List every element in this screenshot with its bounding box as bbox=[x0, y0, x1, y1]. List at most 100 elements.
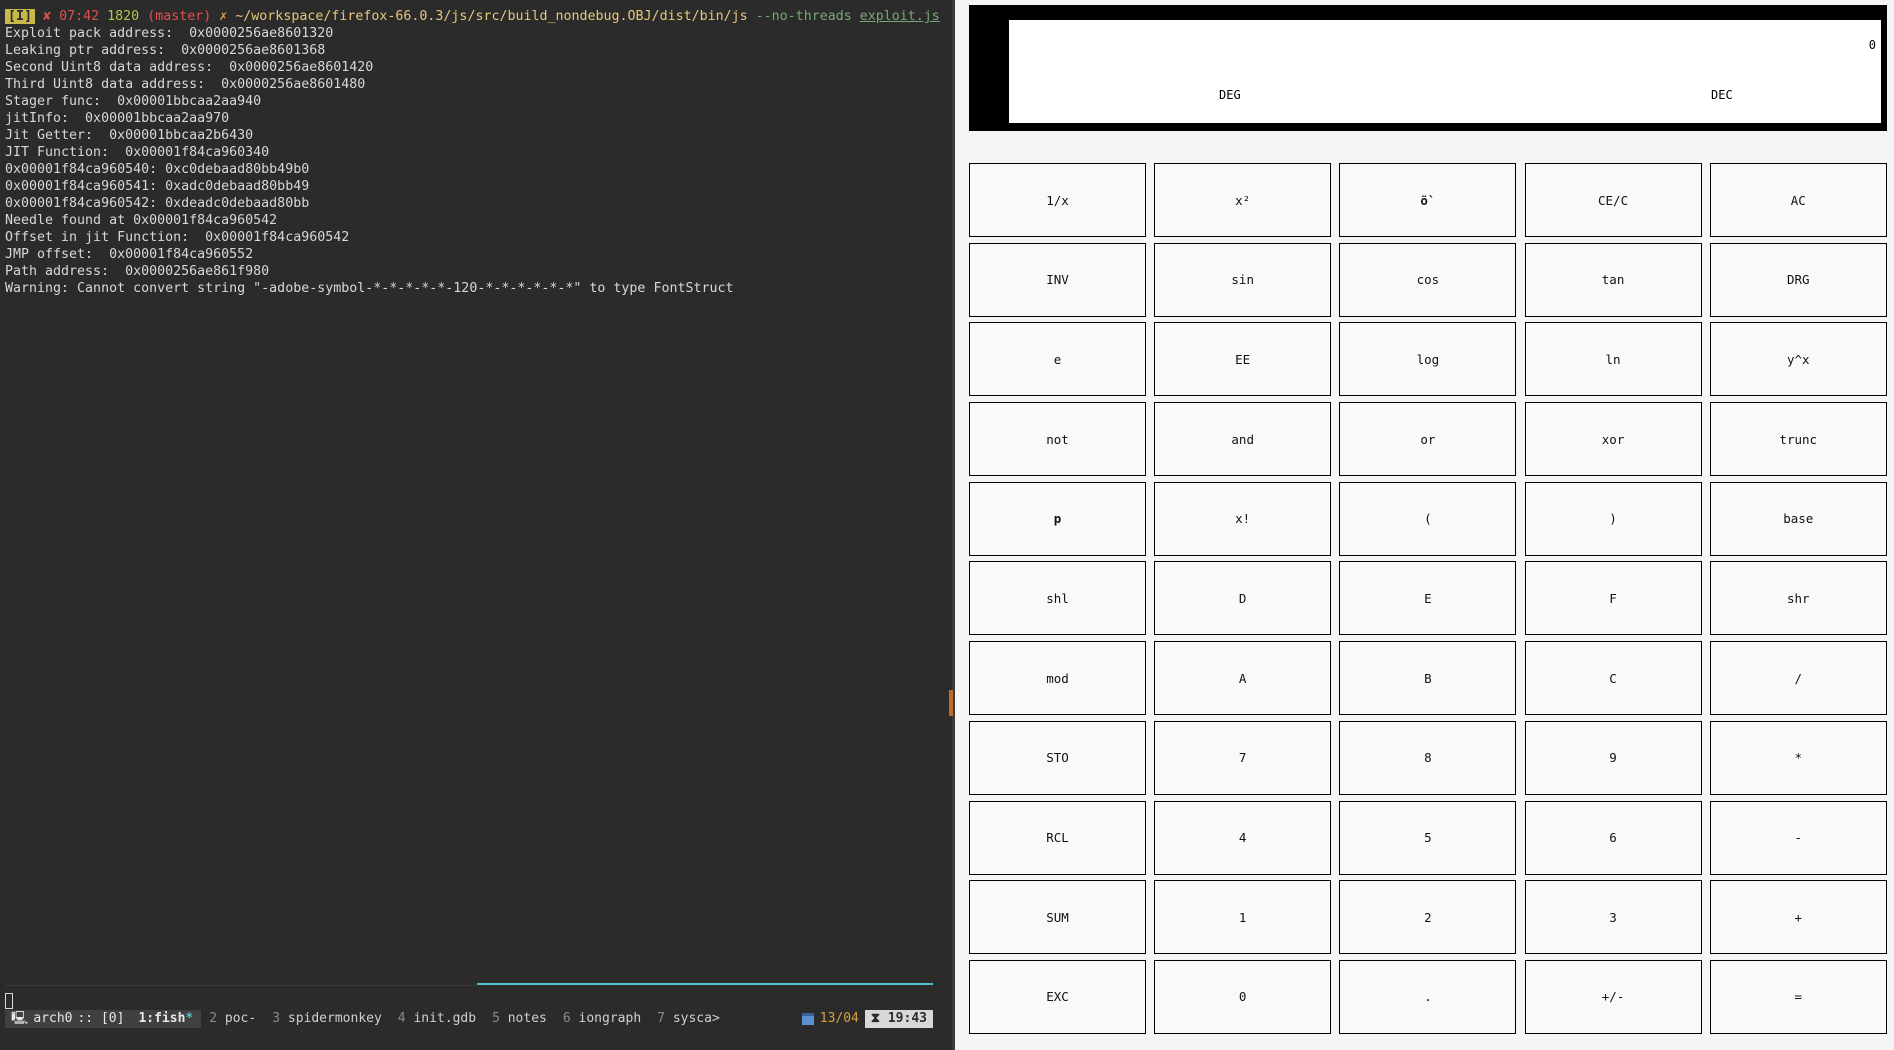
e-button[interactable]: e bbox=[969, 322, 1146, 397]
output-line: Second Uint8 data address: 0x0000256ae86… bbox=[5, 60, 374, 75]
pi-button[interactable]: p bbox=[969, 481, 1146, 556]
window-name: iongraph bbox=[578, 1011, 642, 1026]
or-button[interactable]: or bbox=[1339, 402, 1517, 477]
base-button[interactable]: base bbox=[1709, 481, 1887, 556]
scroll-marker[interactable] bbox=[949, 690, 953, 716]
window-name: poc- bbox=[224, 1011, 257, 1026]
digit-6-button[interactable]: 6 bbox=[1524, 800, 1702, 875]
digit-8-button[interactable]: 8 bbox=[1339, 720, 1517, 795]
ln-button[interactable]: ln bbox=[1524, 322, 1702, 397]
open-paren-button[interactable]: ( bbox=[1339, 481, 1517, 556]
digit-1-button[interactable]: 1 bbox=[1154, 880, 1332, 955]
window-index: 3 bbox=[272, 1011, 281, 1026]
decimal-point-button[interactable]: . bbox=[1339, 959, 1517, 1034]
tmux-window-notes[interactable]: 5 notes bbox=[484, 1010, 555, 1028]
trunc-button[interactable]: trunc bbox=[1709, 402, 1887, 477]
negate-button[interactable]: +/- bbox=[1524, 959, 1702, 1034]
square-button[interactable]: x² bbox=[1154, 163, 1332, 237]
hex-d-button[interactable]: D bbox=[1154, 561, 1332, 636]
history-number: 1820 bbox=[107, 9, 140, 24]
digit-7-button[interactable]: 7 bbox=[1154, 720, 1332, 795]
git-dirty-icon: ✗ bbox=[219, 9, 228, 24]
close-paren-button[interactable]: ) bbox=[1524, 481, 1702, 556]
digit-0-button[interactable]: 0 bbox=[1154, 959, 1332, 1034]
window-name: sysca> bbox=[672, 1011, 720, 1026]
angle-mode-indicator: DEG bbox=[1219, 88, 1241, 102]
prompt-time: 07:42 bbox=[59, 9, 100, 24]
digit-3-button[interactable]: 3 bbox=[1524, 880, 1702, 955]
hourglass-icon: ⧗ bbox=[870, 1011, 881, 1026]
tmux-window-sysca[interactable]: 7 sysca> bbox=[649, 1010, 728, 1028]
power-button[interactable]: y^x bbox=[1709, 322, 1887, 397]
sqrt-button[interactable]: ö` bbox=[1339, 163, 1517, 237]
sum-button[interactable]: SUM bbox=[969, 880, 1146, 955]
command-script-link[interactable]: exploit.js bbox=[860, 9, 940, 24]
output-line: Third Uint8 data address: 0x0000256ae860… bbox=[5, 77, 366, 92]
mod-button[interactable]: mod bbox=[969, 641, 1146, 716]
digit-9-button[interactable]: 9 bbox=[1524, 720, 1702, 795]
tmux-window-iongraph[interactable]: 6 iongraph bbox=[555, 1010, 649, 1028]
tmux-window-fish[interactable]: 1:fish* bbox=[130, 1010, 202, 1028]
tmux-status-bar: 🖳 arch0 :: [0] 1:fish* 2 poc- 3 spidermonk… bbox=[5, 1010, 933, 1028]
divide-button[interactable]: / bbox=[1709, 641, 1887, 716]
window-index-separator: : bbox=[146, 1011, 155, 1026]
terminal-cursor[interactable] bbox=[5, 993, 13, 1009]
window-index-separator bbox=[500, 1011, 508, 1026]
clear-entry-button[interactable]: CE/C bbox=[1524, 163, 1702, 237]
drg-button[interactable]: DRG bbox=[1709, 242, 1887, 317]
terminal-pane[interactable]: [I] ✘ 07:42 1820 (master) ✗ ~/workspace/… bbox=[0, 0, 952, 1050]
and-button[interactable]: and bbox=[1154, 402, 1332, 477]
log-button[interactable]: log bbox=[1339, 322, 1517, 397]
ee-button[interactable]: EE bbox=[1154, 322, 1332, 397]
xor-button[interactable]: xor bbox=[1524, 402, 1702, 477]
tan-button[interactable]: tan bbox=[1524, 242, 1702, 317]
window-index: 2 bbox=[209, 1011, 218, 1026]
not-button[interactable]: not bbox=[969, 402, 1146, 477]
digit-2-button[interactable]: 2 bbox=[1339, 880, 1517, 955]
hex-a-button[interactable]: A bbox=[1154, 641, 1332, 716]
shl-button[interactable]: shl bbox=[969, 561, 1146, 636]
display-frame: 0 DEG DEC bbox=[969, 5, 1887, 131]
window-name: fish bbox=[154, 1011, 186, 1026]
tmux-window-initgdb[interactable]: 4 init.gdb bbox=[390, 1010, 484, 1028]
sin-button[interactable]: sin bbox=[1154, 242, 1332, 317]
cos-button[interactable]: cos bbox=[1339, 242, 1517, 317]
session-indicator[interactable]: 🖳 arch0 :: [0] bbox=[5, 1010, 131, 1028]
window-list: 1:fish* 2 poc- 3 spidermonkey 4 init.gdb 5 n… bbox=[130, 1010, 727, 1028]
output-line: Offset in jit Function: 0x00001f84ca9605… bbox=[5, 230, 350, 245]
window-name: notes bbox=[507, 1011, 547, 1026]
factorial-button[interactable]: x! bbox=[1154, 481, 1332, 556]
display-value: 0 bbox=[1868, 38, 1876, 52]
session-name: arch0 bbox=[33, 1011, 73, 1026]
calculator-display: 0 DEG DEC bbox=[1009, 20, 1881, 123]
calendar-icon bbox=[801, 1013, 814, 1025]
hex-b-button[interactable]: B bbox=[1339, 641, 1517, 716]
equals-button[interactable]: = bbox=[1709, 959, 1887, 1034]
vi-mode-badge: [I] bbox=[5, 9, 36, 24]
exchange-button[interactable]: EXC bbox=[969, 959, 1146, 1034]
inverse-button[interactable]: INV bbox=[969, 242, 1146, 317]
window-index: 4 bbox=[397, 1011, 406, 1026]
tmux-window-poc[interactable]: 2 poc- bbox=[201, 1010, 264, 1028]
session-separator: :: [0] bbox=[77, 1011, 125, 1026]
hex-f-button[interactable]: F bbox=[1524, 561, 1702, 636]
hex-c-button[interactable]: C bbox=[1524, 641, 1702, 716]
store-button[interactable]: STO bbox=[969, 720, 1146, 795]
hex-e-button[interactable]: E bbox=[1339, 561, 1517, 636]
command-path: ~/workspace/firefox-66.0.3/js/src/build_… bbox=[235, 9, 748, 24]
multiply-button[interactable]: * bbox=[1709, 720, 1887, 795]
digit-4-button[interactable]: 4 bbox=[1154, 800, 1332, 875]
add-button[interactable]: + bbox=[1709, 880, 1887, 955]
window-index-separator bbox=[280, 1011, 288, 1026]
output-line: Jit Getter: 0x00001bbcaa2b6430 bbox=[5, 128, 254, 143]
output-line: Needle found at 0x00001f84ca960542 bbox=[5, 213, 278, 228]
reciprocal-button[interactable]: 1/x bbox=[969, 163, 1146, 237]
shr-button[interactable]: shr bbox=[1709, 561, 1887, 636]
subtract-button[interactable]: - bbox=[1709, 800, 1887, 875]
all-clear-button[interactable]: AC bbox=[1709, 163, 1887, 237]
tmux-window-spidermonkey[interactable]: 3 spidermonkey bbox=[264, 1010, 390, 1028]
digit-5-button[interactable]: 5 bbox=[1339, 800, 1517, 875]
output-line: jitInfo: 0x00001bbcaa2aa970 bbox=[5, 111, 230, 126]
recall-button[interactable]: RCL bbox=[969, 800, 1146, 875]
calculator-window: 0 DEG DEC 1/x x² ö` CE/C AC INV sin cos tan DRG e E… bbox=[955, 0, 1894, 1050]
